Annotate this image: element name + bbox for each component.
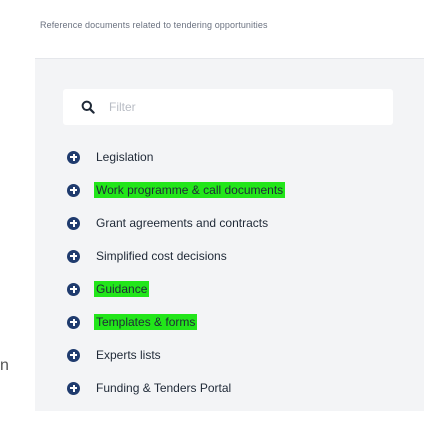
list-item-label: Funding & Tenders Portal [96, 381, 232, 395]
page: n Reference documents related to tenderi… [0, 0, 424, 441]
expand-plus-icon[interactable] [67, 381, 80, 395]
expand-plus-icon[interactable] [67, 315, 80, 329]
list-item-guidance[interactable]: Guidance [67, 281, 285, 297]
list-item-templates-forms[interactable]: Templates & forms [67, 314, 285, 330]
expand-plus-icon[interactable] [67, 183, 80, 197]
expand-plus-icon[interactable] [67, 282, 80, 296]
list-item-grant-agreements[interactable]: Grant agreements and contracts [67, 215, 285, 231]
list-item-label: Work programme & call documents [94, 182, 286, 198]
list-item-label: Guidance [94, 281, 150, 297]
list-item-experts-lists[interactable]: Experts lists [67, 347, 285, 363]
section-intro-text: Reference documents related to tendering… [40, 20, 268, 30]
expand-plus-icon[interactable] [67, 348, 80, 362]
filter-box[interactable] [63, 89, 393, 125]
list-item-simplified-cost[interactable]: Simplified cost decisions [67, 248, 285, 264]
cropped-text-fragment: n [0, 357, 9, 374]
expand-plus-icon[interactable] [67, 150, 80, 164]
list-item-label: Grant agreements and contracts [96, 216, 269, 230]
list-item-work-programme[interactable]: Work programme & call documents [67, 182, 286, 198]
list-item-legislation[interactable]: Legislation [67, 149, 285, 165]
reference-documents-panel: Legislation Work programme & call docume… [35, 58, 424, 411]
list-item-label: Templates & forms [94, 314, 198, 330]
expand-plus-icon[interactable] [67, 216, 80, 230]
document-category-list: Legislation Work programme & call docume… [67, 149, 286, 413]
list-item-funding-tenders-portal[interactable]: Funding & Tenders Portal [67, 380, 285, 396]
list-item-label: Legislation [96, 150, 154, 164]
list-item-label: Simplified cost decisions [96, 249, 227, 263]
filter-input[interactable] [107, 99, 371, 115]
expand-plus-icon[interactable] [67, 249, 80, 263]
search-icon [81, 100, 95, 114]
list-item-label: Experts lists [96, 348, 161, 362]
